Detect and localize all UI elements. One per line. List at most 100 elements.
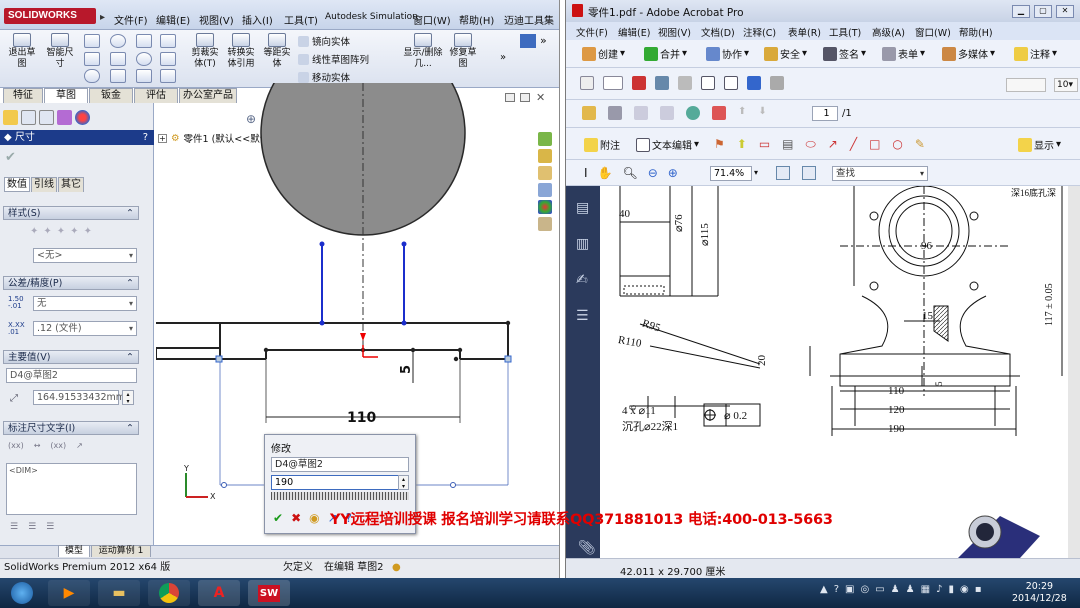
offset-text-icon[interactable]: ↗ <box>76 441 83 450</box>
style-delete-icon[interactable]: ✦ <box>57 226 65 237</box>
tab-sketch[interactable]: 草图 <box>44 88 88 103</box>
precision-select[interactable]: .12 (文件) ▾ <box>33 321 137 336</box>
dim-text-section-header[interactable]: 标注尺寸文字(I) ⌃ <box>3 421 139 435</box>
signatures-icon[interactable]: ✍ <box>576 272 589 288</box>
sw-menu-file[interactable]: 文件(F) <box>114 12 148 27</box>
cloud-icon[interactable]: ⬭ <box>806 137 816 152</box>
polygon-icon[interactable] <box>110 52 126 66</box>
centered-icon[interactable]: ↔ <box>34 441 41 450</box>
pm-tab-other[interactable]: 其它 <box>58 177 84 192</box>
modify-cancel-icon[interactable]: ✖ <box>291 511 301 525</box>
acro-max-icon[interactable]: ▢ <box>1034 5 1052 18</box>
collapse-icon[interactable]: ⌃ <box>126 351 134 364</box>
smart-dimension-button[interactable]: 智能尺寸 <box>42 33 78 70</box>
prev-page-icon[interactable]: ⬆ <box>738 106 746 120</box>
zoom-dropdown-icon[interactable]: ▾ <box>754 168 758 177</box>
print-icon[interactable] <box>608 106 622 120</box>
sticky-note-button[interactable]: 附注 <box>584 137 620 152</box>
slot-icon[interactable] <box>84 69 100 83</box>
text-edit-button[interactable]: 文本编辑 ▾ <box>636 137 699 152</box>
size-dropdown[interactable]: 10▾ <box>1054 78 1078 92</box>
hand-icon[interactable]: ✋ <box>598 166 613 180</box>
collapse-icon[interactable]: ⌃ <box>126 207 134 220</box>
review-icon[interactable] <box>712 106 726 120</box>
highlight-icon[interactable]: ⬆ <box>737 137 747 152</box>
tray-icon-12[interactable]: ▪ <box>975 584 982 595</box>
sw-menu-insert[interactable]: 插入(I) <box>242 12 273 27</box>
button-tool-icon[interactable] <box>724 76 738 90</box>
custom-properties-icon[interactable] <box>538 217 552 231</box>
arrow-icon[interactable]: ↗ <box>828 137 838 152</box>
sw-arrow-icon[interactable]: ▸ <box>100 12 105 23</box>
acro-menu-tools[interactable]: 工具(T) <box>829 25 861 39</box>
taskbar-explorer[interactable]: ▬ <box>98 580 140 606</box>
tray-icon-1[interactable]: ▲ <box>820 584 828 595</box>
circle-icon[interactable] <box>110 34 126 48</box>
taskbar-chrome[interactable] <box>148 580 190 606</box>
mirror-entities-button[interactable]: 镜向实体 <box>298 34 350 48</box>
acro-menu-comment[interactable]: 注释(C) <box>743 25 776 39</box>
spin-icon[interactable]: ▴ ▾ <box>122 390 134 405</box>
endpoint-left[interactable] <box>215 355 223 363</box>
acro-menu-view[interactable]: 视图(V) <box>658 25 691 39</box>
zoom-input[interactable]: 71.4% <box>710 166 752 181</box>
dim-text-box[interactable]: <DIM> <box>6 463 137 515</box>
tray-icon-11[interactable]: ◉ <box>960 584 969 595</box>
font-dropdown[interactable] <box>1006 78 1046 92</box>
convert-entities-button[interactable]: 转换实体引用 <box>224 33 258 70</box>
globe-icon[interactable] <box>686 106 700 120</box>
primary-value-section-header[interactable]: 主要值(V) ⌃ <box>3 350 139 364</box>
field-icon[interactable] <box>701 76 715 90</box>
pm-ok-icon[interactable]: ✔ <box>5 150 16 165</box>
acro-min-icon[interactable]: ▁ <box>1012 5 1030 18</box>
attach-icon[interactable] <box>678 76 692 90</box>
modify-rebuild-icon[interactable]: ◉ <box>309 511 319 525</box>
save-icon[interactable] <box>634 106 648 120</box>
stamp-tool-icon[interactable]: ⚑ <box>714 137 725 152</box>
tab-sheetmetal[interactable]: 钣金 <box>89 88 133 103</box>
pm-tab-leaders[interactable]: 引线 <box>31 177 57 192</box>
clock[interactable]: 20:29 2014/12/28 <box>1012 581 1067 605</box>
base-profile[interactable] <box>156 322 322 349</box>
cm-expand-icon[interactable]: » <box>540 34 547 47</box>
appearances-icon[interactable] <box>538 200 552 214</box>
repair-sketch-button[interactable]: 修复草图 <box>446 33 480 70</box>
style-select[interactable]: <无> ▾ <box>33 248 137 263</box>
start-button[interactable] <box>0 580 44 606</box>
style-load-icon[interactable]: ✦ <box>84 226 92 237</box>
fit-page-icon[interactable] <box>776 166 790 180</box>
tolerance-section-header[interactable]: 公差/精度(P) ⌃ <box>3 276 139 290</box>
style-add-icon[interactable]: ✦ <box>43 226 51 237</box>
dim-5-text[interactable]: 5 <box>399 365 414 374</box>
show-button[interactable]: 显示 ▾ <box>1018 137 1061 152</box>
next-page-icon[interactable]: ⬇ <box>758 106 766 120</box>
sw-menu-view[interactable]: 视图(V) <box>199 12 234 27</box>
property-manager-icon[interactable] <box>21 110 36 125</box>
pm-tab-value[interactable]: 数值 <box>4 177 30 192</box>
acro-menu-document[interactable]: 文档(D) <box>701 25 735 39</box>
zoom-out-icon[interactable]: ⊖ <box>648 166 658 180</box>
align-right-icon[interactable]: ☰ <box>46 522 54 532</box>
select-tool-icon[interactable] <box>580 76 594 90</box>
taskbar-media-player[interactable]: ▶ <box>48 580 90 606</box>
email-icon[interactable] <box>660 106 674 120</box>
primary-name-field[interactable]: D4@草图2 <box>6 368 137 383</box>
file-explorer-icon[interactable] <box>538 166 552 180</box>
offset-entities-button[interactable]: 等距实体 <box>260 33 294 70</box>
forms-button[interactable]: 表单 ▾ <box>882 46 925 61</box>
pm-help-icon[interactable]: ? <box>143 130 148 145</box>
pdf-vertical-scrollbar[interactable] <box>1068 186 1080 558</box>
spline-icon[interactable] <box>160 34 176 48</box>
sw-menu-simulation[interactable]: Autodesk Simulation <box>325 12 418 22</box>
oval-tool-icon[interactable]: ○ <box>892 137 902 152</box>
print-form-icon[interactable] <box>770 76 784 90</box>
design-library-icon[interactable] <box>538 149 552 163</box>
expand-toolbar-icon[interactable]: » <box>500 52 506 63</box>
create-button[interactable]: 创建 ▾ <box>582 46 625 61</box>
exit-sketch-button[interactable]: 退出草图 <box>4 33 40 70</box>
rebuild-icon[interactable]: ● <box>392 559 401 577</box>
config-manager-icon[interactable] <box>39 110 54 125</box>
attachments-icon[interactable]: 📎︎ <box>578 540 596 556</box>
show-delete-relations-button[interactable]: 显示/删除几... <box>402 33 444 70</box>
multimedia-button[interactable]: 多媒体 ▾ <box>942 46 995 61</box>
